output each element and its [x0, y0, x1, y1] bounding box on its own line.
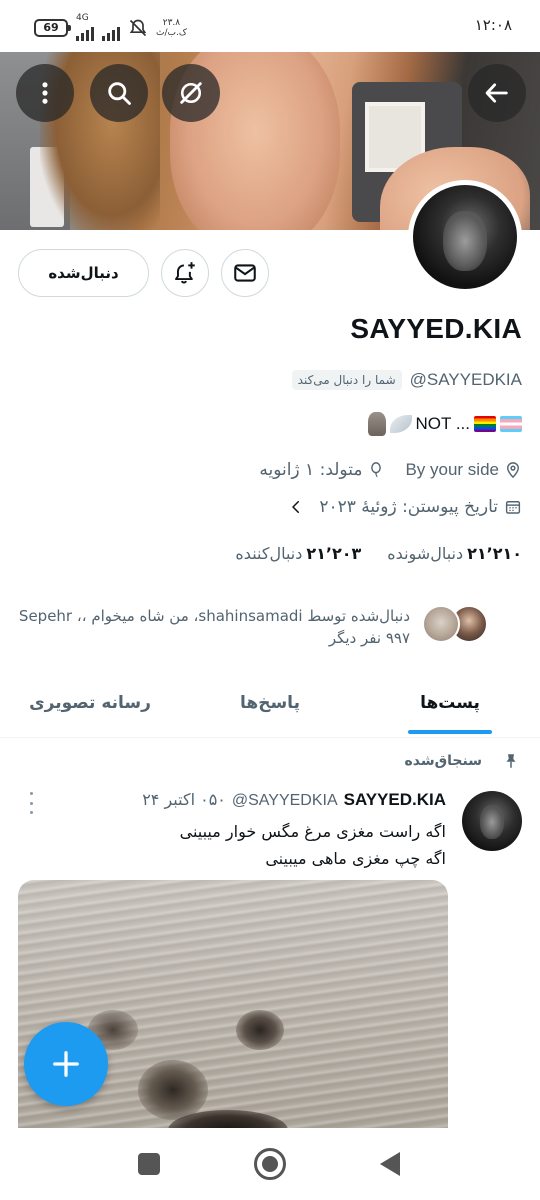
status-bar: 69 4G ۲۳.۸ ک.ب/ث ۱۲:۰۸: [0, 0, 540, 52]
battery-icon: 69: [34, 18, 71, 37]
speed-unit: ک.ب/ث: [156, 27, 187, 38]
follow-counts: ۲۱٬۲۱۰دنبال‌شونده ۲۱٬۲۰۳دنبال‌کننده: [235, 544, 522, 563]
pinned-label: سنجاق‌شده: [404, 753, 482, 769]
following-label: دنبال‌کننده: [235, 544, 303, 563]
joined-row[interactable]: تاریخ پیوستن: ژوئیهٔ ۲۰۲۳: [287, 497, 522, 517]
display-name: SAYYED.KIA: [350, 313, 522, 344]
birthday-item: متولد: ۱ ژانویه: [259, 460, 385, 480]
recents-button[interactable]: [138, 1153, 160, 1175]
tab-posts[interactable]: پست‌ها: [360, 668, 540, 737]
compose-button[interactable]: [24, 1022, 108, 1106]
arrow-right-icon: [485, 83, 508, 103]
trans-flag-icon: [500, 416, 522, 432]
plus-icon: [53, 1051, 79, 1077]
tweet-time: ۰۵۰ اکتبر ۲۴: [142, 790, 226, 809]
bio: NOT ...: [367, 412, 522, 436]
search-icon: [108, 82, 131, 105]
bio-text: NOT ...: [415, 414, 470, 433]
grok-button[interactable]: [162, 64, 220, 122]
search-button[interactable]: [90, 64, 148, 122]
moai-icon: [367, 412, 386, 436]
tab-media[interactable]: رسانه تصویری: [0, 668, 180, 737]
profile-meta-row: By your side متولد: ۱ ژانویه: [259, 460, 522, 480]
tab-replies[interactable]: پاسخ‌ها: [180, 668, 360, 737]
pinned-indicator: سنجاق‌شده: [405, 752, 520, 770]
profile-tabs: پست‌ها پاسخ‌ها رسانه تصویری: [0, 668, 540, 738]
grok-icon: [180, 82, 202, 104]
pin-icon: [506, 754, 516, 768]
chevron-left-icon: [292, 501, 300, 513]
notifications-button[interactable]: [161, 249, 209, 297]
location-text: By your side: [405, 460, 499, 479]
more-vertical-icon: [42, 82, 48, 104]
tweet-text-line2: اگه چپ مغزی ماهی میبینی: [265, 849, 446, 868]
followers-stat[interactable]: ۲۱٬۲۱۰دنبال‌شونده: [387, 544, 522, 563]
calendar-icon: [505, 501, 521, 514]
tweet-author-name[interactable]: SAYYED.KIA: [344, 790, 446, 810]
system-back-button[interactable]: [380, 1152, 400, 1176]
pride-flag-icon: [474, 416, 496, 432]
profile-avatar[interactable]: [408, 180, 522, 294]
handle-row: @SAYYEDKIA شما را دنبال می‌کند: [291, 370, 522, 390]
following-button[interactable]: دنبال‌شده: [18, 249, 149, 297]
tweet-header: SAYYED.KIA @SAYYEDKIA ۰۵۰ اکتبر ۲۴: [142, 790, 446, 810]
system-nav-bar: [0, 1128, 540, 1200]
avatar: [422, 605, 460, 643]
handle: @SAYYEDKIA: [409, 370, 522, 389]
message-button[interactable]: [221, 249, 269, 297]
tweet-more-button[interactable]: [24, 792, 38, 814]
speed-value: ۲۳.۸: [162, 17, 181, 28]
following-count: ۲۱٬۲۰۳: [306, 544, 362, 563]
follows-you-badge: شما را دنبال می‌کند: [291, 370, 402, 390]
birthday-text: متولد: ۱ ژانویه: [259, 460, 363, 480]
signal-icon: [76, 23, 94, 41]
signal-4g: 4G: [76, 14, 120, 41]
location-pin-icon: [507, 462, 519, 479]
followers-count: ۲۱٬۲۱۰: [467, 544, 522, 563]
more-options-button[interactable]: [16, 64, 74, 122]
battery-level: 69: [43, 21, 59, 34]
envelope-icon: [234, 264, 256, 282]
network-type: 4G: [76, 13, 89, 23]
bell-muted-icon: [129, 19, 147, 36]
following-stat[interactable]: ۲۱٬۲۰۳دنبال‌کننده: [235, 544, 361, 563]
back-button[interactable]: [468, 64, 526, 122]
network-speed: ۲۳.۸ ک.ب/ث: [156, 18, 187, 38]
followers-label: دنبال‌شونده: [387, 544, 464, 563]
tweet-author-handle: @SAYYEDKIA: [231, 792, 338, 809]
bell-plus-icon: [175, 262, 195, 284]
tweet-avatar[interactable]: [462, 791, 522, 851]
home-button[interactable]: [254, 1148, 286, 1180]
clock: ۱۲:۰۸: [474, 16, 512, 34]
wing-icon: [389, 415, 412, 433]
followed-by-row[interactable]: دنبال‌شده توسط shahinsamadi، من شاه میخو…: [0, 605, 540, 657]
location-item: By your side: [405, 460, 522, 480]
balloon-icon: [371, 462, 382, 478]
signal-icon-2: [102, 23, 120, 41]
tweet-text-line1: اگه راست مغزی مرغ مگس خوار میبینی: [179, 822, 446, 841]
followed-by-others: ۹۹۷ نفر دیگر: [328, 629, 410, 647]
joined-text: تاریخ پیوستن: ژوئیهٔ ۲۰۲۳: [319, 497, 498, 517]
followed-by-avatars: [422, 605, 488, 643]
followed-by-text: دنبال‌شده توسط shahinsamadi، من شاه میخو…: [18, 607, 410, 625]
status-indicators: 69 4G ۲۳.۸ ک.ب/ث: [34, 14, 187, 41]
